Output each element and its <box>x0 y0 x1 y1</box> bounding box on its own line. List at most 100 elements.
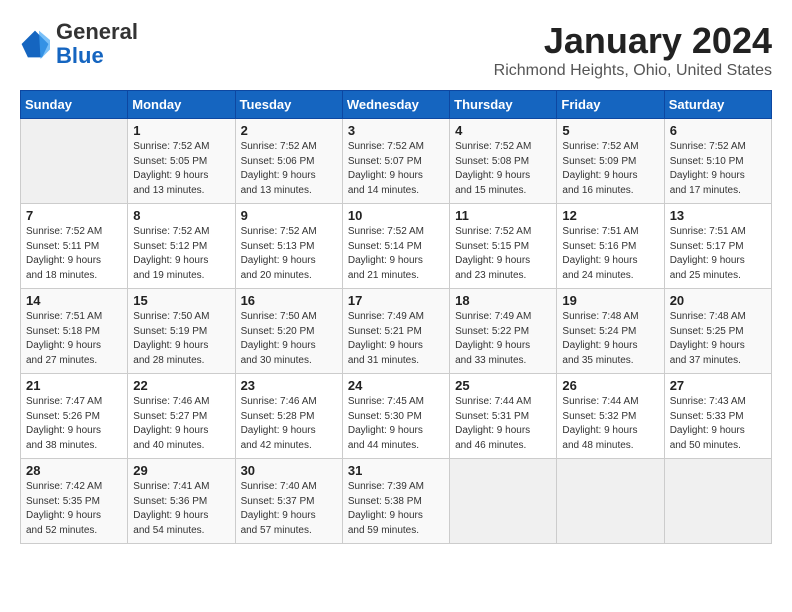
calendar-cell: 8 Sunrise: 7:52 AMSunset: 5:12 PMDaylight… <box>128 204 235 289</box>
day-number: 5 <box>562 123 658 138</box>
day-number: 18 <box>455 293 551 308</box>
calendar-cell: 24 Sunrise: 7:45 AMSunset: 5:30 PMDayligh… <box>342 374 449 459</box>
month-title: January 2024 <box>494 20 772 62</box>
calendar-cell: 19 Sunrise: 7:48 AMSunset: 5:24 PMDayligh… <box>557 289 664 374</box>
cell-info: Sunrise: 7:52 AMSunset: 5:15 PMDaylight:… <box>455 225 551 283</box>
day-number: 19 <box>562 293 658 308</box>
calendar-cell: 13 Sunrise: 7:51 AMSunset: 5:17 PMDayligh… <box>664 204 771 289</box>
logo: General Blue <box>20 20 138 68</box>
day-number: 29 <box>133 463 229 478</box>
day-number: 2 <box>241 123 337 138</box>
cell-info: Sunrise: 7:52 AMSunset: 5:12 PMDaylight:… <box>133 225 229 283</box>
cell-info: Sunrise: 7:51 AMSunset: 5:16 PMDaylight:… <box>562 225 658 283</box>
cell-info: Sunrise: 7:51 AMSunset: 5:18 PMDaylight:… <box>26 310 122 368</box>
day-number: 6 <box>670 123 766 138</box>
day-number: 31 <box>348 463 444 478</box>
cell-info: Sunrise: 7:51 AMSunset: 5:17 PMDaylight:… <box>670 225 766 283</box>
calendar-cell: 28Sunrise: 7:42 AMSunset: 5:35 PMDayligh… <box>21 459 128 544</box>
calendar-cell: 10Sunrise: 7:52 AMSunset: 5:14 PMDayligh… <box>342 204 449 289</box>
day-number: 1 <box>133 123 229 138</box>
day-number: 15 <box>133 293 229 308</box>
cell-info: Sunrise: 7:46 AMSunset: 5:28 PMDaylight:… <box>241 395 337 453</box>
cell-info: Sunrise: 7:52 AMSunset: 5:10 PMDaylight:… <box>670 140 766 198</box>
calendar-table: SundayMondayTuesdayWednesdayThursdayFrid… <box>20 90 772 544</box>
calendar-cell: 6 Sunrise: 7:52 AMSunset: 5:10 PMDaylight… <box>664 119 771 204</box>
day-number: 16 <box>241 293 337 308</box>
day-number: 8 <box>133 208 229 223</box>
calendar-cell: 27 Sunrise: 7:43 AMSunset: 5:33 PMDayligh… <box>664 374 771 459</box>
day-number: 23 <box>241 378 337 393</box>
day-number: 28 <box>26 463 122 478</box>
cell-info: Sunrise: 7:44 AMSunset: 5:32 PMDaylight:… <box>562 395 658 453</box>
cell-info: Sunrise: 7:52 AMSunset: 5:08 PMDaylight:… <box>455 140 551 198</box>
calendar-cell: 4 Sunrise: 7:52 AMSunset: 5:08 PMDaylight… <box>450 119 557 204</box>
day-number: 14 <box>26 293 122 308</box>
day-number: 30 <box>241 463 337 478</box>
calendar-cell: 21 Sunrise: 7:47 AMSunset: 5:26 PMDayligh… <box>21 374 128 459</box>
weekday-header-cell: Monday <box>128 91 235 119</box>
day-number: 3 <box>348 123 444 138</box>
calendar-week-row: 7 Sunrise: 7:52 AMSunset: 5:11 PMDaylight… <box>21 204 772 289</box>
day-number: 25 <box>455 378 551 393</box>
day-number: 24 <box>348 378 444 393</box>
calendar-cell: 29Sunrise: 7:41 AMSunset: 5:36 PMDayligh… <box>128 459 235 544</box>
calendar-cell: 25 Sunrise: 7:44 AMSunset: 5:31 PMDayligh… <box>450 374 557 459</box>
day-number: 10 <box>348 208 444 223</box>
calendar-cell: 7 Sunrise: 7:52 AMSunset: 5:11 PMDaylight… <box>21 204 128 289</box>
day-number: 7 <box>26 208 122 223</box>
cell-info: Sunrise: 7:52 AMSunset: 5:11 PMDaylight:… <box>26 225 122 283</box>
day-number: 22 <box>133 378 229 393</box>
weekday-header-cell: Friday <box>557 91 664 119</box>
calendar-cell: 5 Sunrise: 7:52 AMSunset: 5:09 PMDaylight… <box>557 119 664 204</box>
calendar-cell <box>557 459 664 544</box>
calendar-cell: 2Sunrise: 7:52 AMSunset: 5:06 PMDaylight… <box>235 119 342 204</box>
weekday-header-cell: Wednesday <box>342 91 449 119</box>
calendar-cell: 11 Sunrise: 7:52 AMSunset: 5:15 PMDayligh… <box>450 204 557 289</box>
cell-info: Sunrise: 7:44 AMSunset: 5:31 PMDaylight:… <box>455 395 551 453</box>
cell-info: Sunrise: 7:47 AMSunset: 5:26 PMDaylight:… <box>26 395 122 453</box>
cell-info: Sunrise: 7:45 AMSunset: 5:30 PMDaylight:… <box>348 395 444 453</box>
day-number: 12 <box>562 208 658 223</box>
calendar-body: 1 Sunrise: 7:52 AMSunset: 5:05 PMDaylight… <box>21 119 772 544</box>
calendar-cell: 16Sunrise: 7:50 AMSunset: 5:20 PMDayligh… <box>235 289 342 374</box>
day-number: 26 <box>562 378 658 393</box>
cell-info: Sunrise: 7:49 AMSunset: 5:21 PMDaylight:… <box>348 310 444 368</box>
cell-info: Sunrise: 7:40 AMSunset: 5:37 PMDaylight:… <box>241 480 337 538</box>
calendar-cell <box>664 459 771 544</box>
cell-info: Sunrise: 7:52 AMSunset: 5:05 PMDaylight:… <box>133 140 229 198</box>
day-number: 4 <box>455 123 551 138</box>
weekday-header-cell: Saturday <box>664 91 771 119</box>
calendar-cell <box>21 119 128 204</box>
title-area: January 2024 Richmond Heights, Ohio, Uni… <box>494 20 772 80</box>
day-number: 21 <box>26 378 122 393</box>
calendar-cell: 26 Sunrise: 7:44 AMSunset: 5:32 PMDayligh… <box>557 374 664 459</box>
logo-text: General Blue <box>56 20 138 68</box>
cell-info: Sunrise: 7:39 AMSunset: 5:38 PMDaylight:… <box>348 480 444 538</box>
day-number: 9 <box>241 208 337 223</box>
cell-info: Sunrise: 7:52 AMSunset: 5:13 PMDaylight:… <box>241 225 337 283</box>
calendar-cell: 12 Sunrise: 7:51 AMSunset: 5:16 PMDayligh… <box>557 204 664 289</box>
calendar-cell: 31 Sunrise: 7:39 AMSunset: 5:38 PMDayligh… <box>342 459 449 544</box>
calendar-cell: 1 Sunrise: 7:52 AMSunset: 5:05 PMDaylight… <box>128 119 235 204</box>
day-number: 27 <box>670 378 766 393</box>
day-number: 11 <box>455 208 551 223</box>
calendar-cell <box>450 459 557 544</box>
cell-info: Sunrise: 7:52 AMSunset: 5:07 PMDaylight:… <box>348 140 444 198</box>
cell-info: Sunrise: 7:48 AMSunset: 5:25 PMDaylight:… <box>670 310 766 368</box>
page-header: General Blue January 2024 Richmond Heigh… <box>20 20 772 80</box>
cell-info: Sunrise: 7:48 AMSunset: 5:24 PMDaylight:… <box>562 310 658 368</box>
cell-info: Sunrise: 7:43 AMSunset: 5:33 PMDaylight:… <box>670 395 766 453</box>
calendar-week-row: 14 Sunrise: 7:51 AMSunset: 5:18 PMDayligh… <box>21 289 772 374</box>
day-number: 20 <box>670 293 766 308</box>
calendar-cell: 22 Sunrise: 7:46 AMSunset: 5:27 PMDayligh… <box>128 374 235 459</box>
calendar-cell: 3 Sunrise: 7:52 AMSunset: 5:07 PMDaylight… <box>342 119 449 204</box>
day-number: 13 <box>670 208 766 223</box>
calendar-cell: 18 Sunrise: 7:49 AMSunset: 5:22 PMDayligh… <box>450 289 557 374</box>
day-number: 17 <box>348 293 444 308</box>
location-title: Richmond Heights, Ohio, United States <box>494 62 772 80</box>
cell-info: Sunrise: 7:52 AMSunset: 5:09 PMDaylight:… <box>562 140 658 198</box>
calendar-cell: 9 Sunrise: 7:52 AMSunset: 5:13 PMDaylight… <box>235 204 342 289</box>
weekday-header-row: SundayMondayTuesdayWednesdayThursdayFrid… <box>21 91 772 119</box>
cell-info: Sunrise: 7:49 AMSunset: 5:22 PMDaylight:… <box>455 310 551 368</box>
cell-info: Sunrise: 7:46 AMSunset: 5:27 PMDaylight:… <box>133 395 229 453</box>
